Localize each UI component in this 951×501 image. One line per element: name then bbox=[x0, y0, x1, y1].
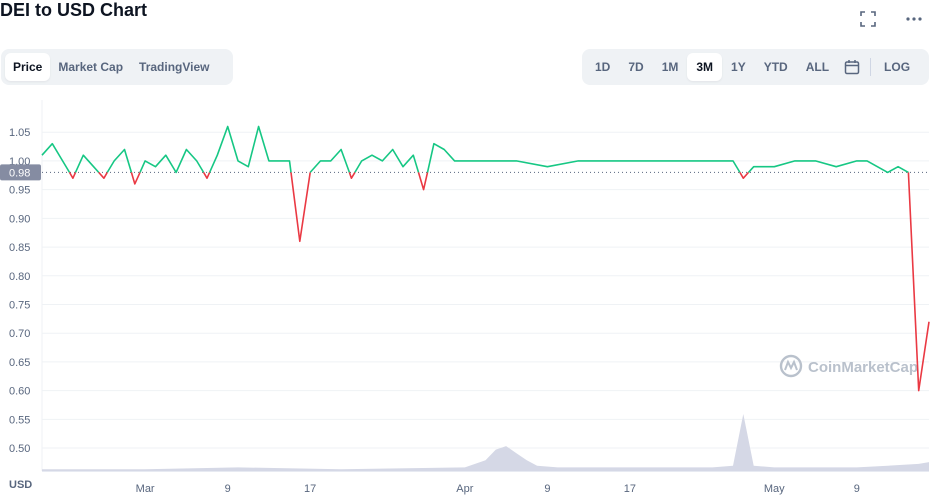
price-segment-below bbox=[68, 171, 77, 179]
price-segment-below bbox=[417, 172, 429, 191]
y-tick-label: 0.85 bbox=[9, 242, 30, 254]
y-tick-label: 0.80 bbox=[9, 271, 30, 283]
coinmarketcap-logo bbox=[779, 354, 803, 378]
volume-area bbox=[42, 414, 929, 471]
y-tick-label: 0.60 bbox=[9, 386, 30, 398]
x-tick-label: Mar bbox=[136, 483, 155, 495]
grid-lines bbox=[41, 100, 929, 472]
price-chart[interactable]: CoinMarketCap 1.051.000.950.900.850.800.… bbox=[0, 0, 951, 501]
x-tick-label: 17 bbox=[304, 483, 316, 495]
y-unit-label: USD bbox=[9, 479, 32, 491]
price-segment-above bbox=[208, 125, 292, 173]
price-segment-above bbox=[74, 154, 100, 173]
x-tick-label: Apr bbox=[456, 483, 473, 495]
price-segment-below bbox=[290, 172, 311, 243]
price-line bbox=[41, 125, 930, 392]
x-tick-label: May bbox=[764, 483, 785, 495]
x-tick-label: 9 bbox=[225, 483, 231, 495]
price-segment-below bbox=[202, 171, 211, 179]
y-tick-label: 1.05 bbox=[9, 127, 30, 139]
x-tick-label: 9 bbox=[544, 483, 550, 495]
current-price-tag: 0.98 bbox=[0, 164, 41, 181]
price-segment-below bbox=[907, 172, 930, 392]
y-tick-label: 0.95 bbox=[9, 185, 30, 197]
current-price-label: 0.98 bbox=[9, 167, 30, 179]
price-segment-below bbox=[98, 171, 108, 179]
price-segment-above bbox=[747, 160, 909, 174]
y-tick-label: 0.65 bbox=[9, 357, 30, 369]
y-tick-label: 0.70 bbox=[9, 328, 30, 340]
price-segment-above bbox=[41, 142, 71, 173]
price-segment-above bbox=[426, 142, 741, 173]
watermark-text: CoinMarketCap bbox=[808, 359, 918, 376]
watermark: CoinMarketCap bbox=[779, 354, 918, 378]
x-axis: Mar 9 17 Apr 9 17 May 9 bbox=[136, 483, 860, 495]
volume-bars bbox=[42, 414, 929, 471]
y-tick-label: 0.55 bbox=[9, 414, 30, 426]
x-tick-label: 9 bbox=[854, 483, 860, 495]
y-tick-label: 0.90 bbox=[9, 213, 30, 225]
price-segment-below bbox=[130, 172, 141, 185]
y-tick-label: 0.50 bbox=[9, 443, 30, 455]
x-tick-label: 17 bbox=[624, 483, 636, 495]
price-segment-below bbox=[739, 171, 750, 179]
y-tick-label: 0.75 bbox=[9, 299, 30, 311]
price-segment-below bbox=[348, 171, 356, 179]
